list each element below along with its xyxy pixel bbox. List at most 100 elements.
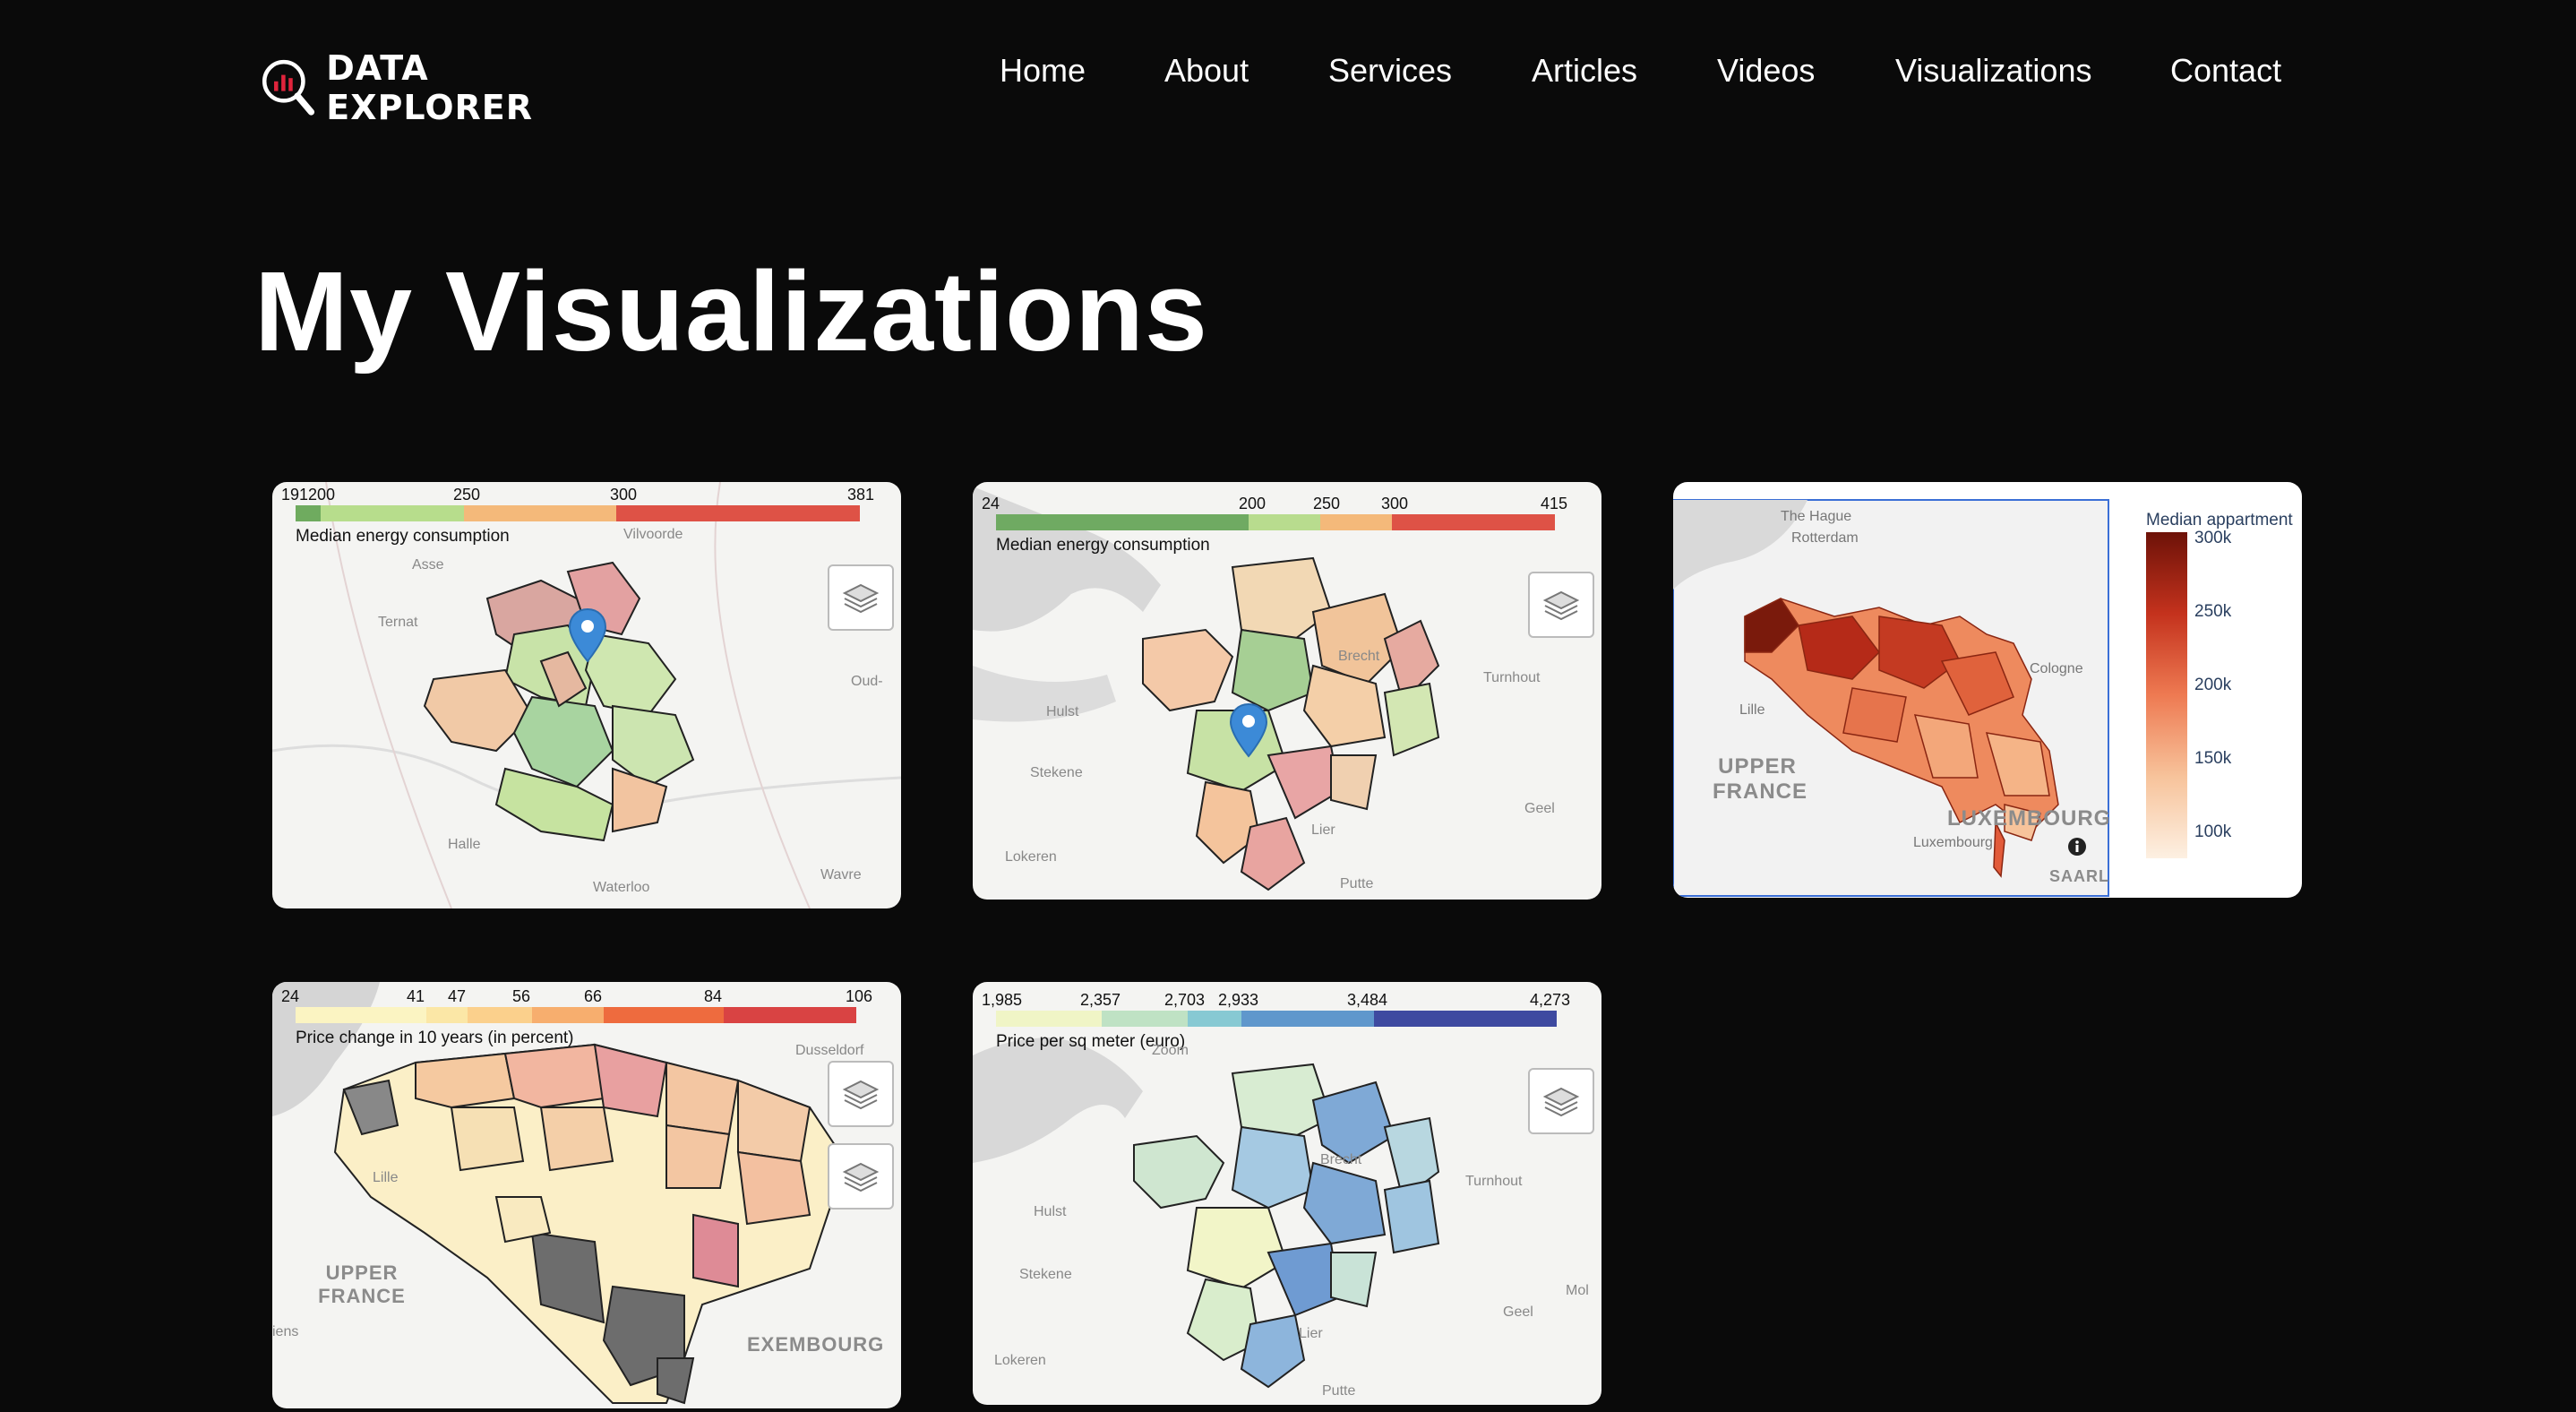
layers-button[interactable]	[828, 1143, 894, 1210]
map-marker-icon[interactable]	[1229, 702, 1268, 758]
colorbar-tick: 66	[584, 987, 603, 1005]
colorbar-gradient	[996, 514, 1555, 530]
place-label: The Hague	[1781, 509, 1852, 524]
color-legend: Median appartment 300k 250k 200k 150k 10…	[2146, 511, 2293, 858]
colorbar-title: Median energy consumption	[296, 527, 510, 546]
colorbar-title: Price change in 10 years (in percent)	[296, 1029, 574, 1047]
nav-services[interactable]: Services	[1328, 52, 1452, 90]
viz-card-appartment-price[interactable]: The Hague Rotterdam Lille Cologne UPPER …	[1673, 482, 2302, 898]
colorbar-tick: 47	[448, 987, 467, 1005]
place-label: Stekene	[1030, 765, 1083, 780]
layers-icon	[842, 583, 880, 614]
place-label: Lokeren	[994, 1353, 1046, 1368]
nav-articles[interactable]: Articles	[1532, 52, 1637, 90]
colorbar-gradient	[296, 505, 860, 521]
place-label: Brecht	[1320, 1152, 1362, 1167]
colorbar-tick: 381	[847, 486, 875, 504]
nav-home[interactable]: Home	[1000, 52, 1086, 90]
place-label: Halle	[448, 837, 481, 852]
colorbar-gradient	[296, 1007, 856, 1023]
place-label: Lier	[1299, 1326, 1323, 1341]
place-label: Asse	[412, 557, 444, 573]
layers-button[interactable]	[1528, 572, 1594, 638]
legend-tick: 300k	[2194, 529, 2232, 547]
place-label: EXEMBOURG	[747, 1333, 885, 1356]
place-label: Putte	[1340, 876, 1374, 891]
legend-gradient	[2146, 532, 2187, 858]
magnifier-chart-icon	[262, 59, 315, 116]
place-label: SAARL	[2049, 867, 2108, 885]
colorbar-tick: 250	[453, 486, 481, 504]
colorbar-tick: 2,703	[1164, 991, 1206, 1009]
place-label: Oud-	[851, 674, 883, 689]
map-marker-icon[interactable]	[568, 607, 607, 663]
place-label: Rotterdam	[1791, 530, 1859, 546]
layers-button[interactable]	[828, 1061, 894, 1127]
colorbar-tick: 24	[982, 495, 1000, 512]
layers-icon	[842, 1080, 880, 1110]
place-label: Putte	[1322, 1383, 1356, 1399]
place-label: Lille	[1739, 702, 1765, 718]
nav-videos[interactable]: Videos	[1717, 52, 1815, 90]
place-label: Hulst	[1034, 1204, 1067, 1219]
colorbar-tick: 106	[846, 987, 873, 1005]
colorbar-tick: 56	[512, 987, 531, 1005]
colorbar-tick: 300	[610, 486, 638, 504]
place-label: Wavre	[820, 867, 862, 882]
colorbar-gradient	[996, 1011, 1557, 1027]
layers-icon	[1542, 590, 1580, 621]
colorbar-title: Median energy consumption	[996, 536, 1210, 555]
layers-button[interactable]	[1528, 1068, 1594, 1134]
colorbar-tick: 1,985	[982, 991, 1023, 1009]
place-label: Mol	[1566, 1283, 1589, 1298]
place-label: Dusseldorf	[795, 1043, 864, 1058]
place-label: Lokeren	[1005, 849, 1057, 865]
place-label: Luxembourg	[1913, 835, 1993, 850]
nav-visualizations[interactable]: Visualizations	[1895, 52, 2091, 90]
colorbar-tick: 84	[704, 987, 723, 1005]
legend-tick: 100k	[2194, 822, 2232, 841]
legend-title: Median appartment	[2146, 511, 2293, 530]
colorbar-tick: 41	[407, 987, 425, 1005]
colorbar-tick: 2,933	[1218, 991, 1259, 1009]
colorbar-tick: 3,484	[1347, 991, 1388, 1009]
legend-tick: 150k	[2194, 749, 2232, 768]
place-label: Brecht	[1338, 649, 1380, 664]
viz-card-price-change[interactable]: 24 41 47 56 66 84 106 Price change in 10…	[272, 982, 901, 1408]
colorbar-tick: 415	[1541, 495, 1568, 512]
colorbar-tick: 4,273	[1530, 991, 1571, 1009]
legend-tick: 250k	[2194, 602, 2232, 621]
place-label: Turnhout	[1465, 1174, 1523, 1189]
place-label: Lille	[373, 1170, 399, 1185]
place-label: Hulst	[1046, 704, 1079, 719]
place-label: Ternat	[378, 615, 418, 630]
viz-card-energy-antwerp[interactable]: 24 200 250 300 415 Median energy consump…	[973, 482, 1601, 900]
place-label: LUXEMBOURG	[1947, 806, 2108, 831]
colorbar-tick: 2,357	[1080, 991, 1121, 1009]
place-label: Turnhout	[1483, 670, 1541, 685]
place-label: iens	[272, 1324, 299, 1339]
colorbar-tick: 191200	[281, 486, 336, 504]
place-label: Geel	[1503, 1304, 1533, 1320]
place-label: Stekene	[1019, 1267, 1072, 1282]
viz-card-price-sqm[interactable]: 1,985 2,357 2,703 2,933 3,484 4,273 Pric…	[973, 982, 1601, 1405]
site-logo[interactable]: DATA EXPLORER	[258, 48, 616, 127]
layers-button[interactable]	[828, 564, 894, 631]
place-label: Cologne	[2030, 661, 2083, 676]
place-label: Waterloo	[593, 880, 650, 895]
colorbar-tick: 250	[1313, 495, 1341, 512]
colorbar-tick: 300	[1381, 495, 1409, 512]
page-title: My Visualizations	[254, 248, 1208, 375]
nav-contact[interactable]: Contact	[2170, 52, 2281, 90]
logo-text: DATA EXPLORER	[326, 48, 534, 127]
layers-icon	[1542, 1087, 1580, 1117]
place-label: Vilvoorde	[623, 527, 683, 542]
place-label: UPPER FRANCE	[1713, 754, 1807, 804]
viz-card-energy-brussels[interactable]: 191200 250 300 381 Median energy consump…	[272, 482, 901, 908]
place-label: Zoom	[1152, 1043, 1189, 1058]
nav-about[interactable]: About	[1164, 52, 1249, 90]
place-label: Geel	[1524, 801, 1555, 816]
info-icon[interactable]	[2067, 837, 2087, 857]
legend-tick: 200k	[2194, 676, 2232, 694]
colorbar-tick: 200	[1239, 495, 1267, 512]
